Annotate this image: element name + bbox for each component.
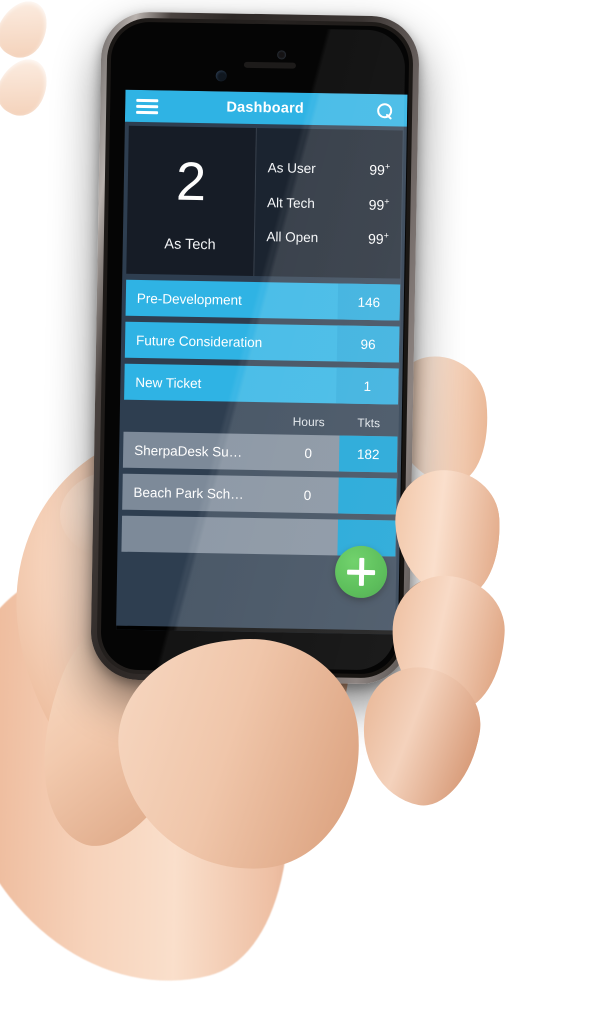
stats-panel: 2 As Tech As User 99+ Alt Tech 99+ All O… [126,125,403,279]
proximity-sensor-icon [215,70,227,82]
add-button[interactable] [334,545,388,599]
queue-name: New Ticket [135,374,202,391]
stat-label: As User [267,160,316,176]
stat-value-suffix: + [383,230,390,241]
queue-name: Pre-Development [136,290,243,308]
scene: Dashboard 2 As Tech As User 99+ Alt Tech… [0,0,600,1024]
stat-value-number: 99 [368,196,385,213]
thumbnail [0,0,57,66]
earpiece-speaker [243,61,296,69]
stat-primary-value: 2 [175,151,207,213]
account-tickets [338,477,397,515]
stat-label: All Open [266,229,319,246]
queue-row[interactable]: Pre-Development 146 [125,279,401,321]
stat-value: 99+ [369,161,390,178]
queue-row[interactable]: New Ticket 1 [124,363,399,405]
column-header-hours: Hours [292,414,325,430]
hamburger-icon[interactable] [125,90,170,123]
stat-value-number: 99 [367,230,384,248]
account-name: Beach Park Sch… [133,484,244,502]
table-row[interactable]: Beach Park Sch… 0 [122,473,397,515]
account-name: SherpaDesk Su… [134,442,243,460]
queue-count: 96 [336,325,400,363]
queue-count: 146 [337,283,401,321]
queue-name: Future Consideration [135,332,263,350]
search-icon [376,102,392,120]
stat-value: 99+ [367,230,390,248]
account-hours: 0 [304,445,313,461]
thumbnail-front [0,50,57,124]
stat-value-suffix: + [384,195,390,206]
stat-value: 99+ [369,196,390,213]
search-button[interactable] [361,94,408,127]
stat-primary-label: As Tech [164,236,216,254]
account-tickets: 182 [338,435,398,473]
phone-bezel: Dashboard 2 As Tech As User 99+ Alt Tech… [96,17,414,679]
table-row[interactable]: SherpaDesk Su… 0 182 [122,431,398,473]
account-name [122,534,276,537]
phone-glass: Dashboard 2 As Tech As User 99+ Alt Tech… [100,21,410,675]
account-hours [276,536,338,537]
app-bar: Dashboard [124,89,408,127]
stat-label: Alt Tech [266,194,315,211]
queue-list: Pre-Development 146 Future Consideration… [120,274,404,405]
stat-card-as-tech[interactable]: 2 As Tech [126,125,256,276]
column-header-tickets: Tkts [357,415,381,431]
stat-row-all-open[interactable]: All Open 99+ [264,219,391,256]
stat-row-alt-tech[interactable]: Alt Tech 99+ [265,185,392,222]
stat-value-suffix: + [384,161,391,172]
screen-bottom-occlusion [116,625,399,635]
stat-list: As User 99+ Alt Tech 99+ All Open 99+ [252,127,403,279]
stat-row-as-user[interactable]: As User 99+ [265,150,392,187]
front-camera-icon [277,50,287,60]
phone-device: Dashboard 2 As Tech As User 99+ Alt Tech… [90,11,420,685]
app-screen: Dashboard 2 As Tech As User 99+ Alt Tech… [116,89,408,635]
queue-count: 1 [336,367,399,405]
queue-row[interactable]: Future Consideration 96 [124,321,400,363]
stat-value-number: 99 [369,161,386,178]
table-body: SherpaDesk Su… 0 182 Beach Park Sch… 0 [117,431,401,557]
account-hours: 0 [303,487,312,503]
plus-icon-bar [347,569,376,575]
table-header-spacer [124,419,278,422]
page-title: Dashboard [226,99,305,117]
